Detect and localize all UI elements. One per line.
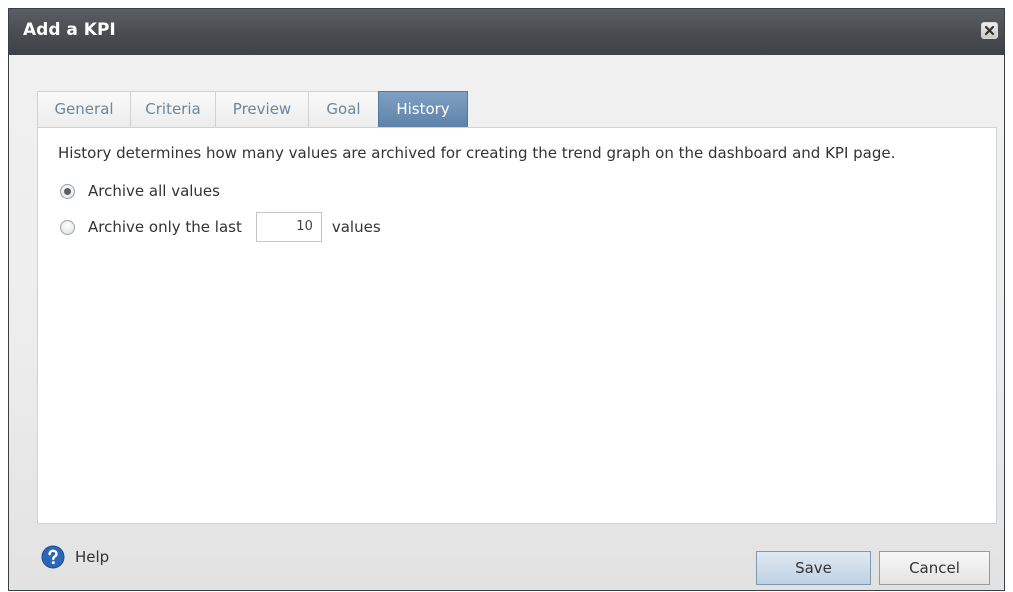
save-button[interactable]: Save (756, 551, 871, 585)
archive-last-option[interactable]: Archive only the last 10 values (60, 212, 381, 242)
tab-history[interactable]: History (378, 91, 468, 127)
archive-all-option[interactable]: Archive all values (60, 182, 220, 200)
tab-general[interactable]: General (37, 91, 131, 127)
history-panel: History determines how many values are a… (37, 127, 997, 524)
help-link[interactable]: Help (41, 545, 109, 569)
tab-criteria[interactable]: Criteria (130, 91, 216, 127)
add-kpi-dialog: Add a KPI General Criteria Preview Goal … (8, 8, 1005, 591)
close-button[interactable] (981, 22, 998, 39)
history-description: History determines how many values are a… (58, 144, 896, 162)
archive-all-label: Archive all values (88, 182, 220, 200)
help-label: Help (75, 548, 110, 566)
dialog-titlebar: Add a KPI (9, 9, 1004, 55)
archive-last-radio[interactable] (60, 219, 75, 235)
tab-preview[interactable]: Preview (215, 91, 309, 127)
archive-all-radio[interactable] (60, 183, 75, 199)
archive-last-prefix: Archive only the last (88, 218, 242, 236)
cancel-button[interactable]: Cancel (879, 551, 990, 585)
archive-count-input[interactable]: 10 (255, 212, 322, 242)
tab-goal[interactable]: Goal (308, 91, 379, 127)
archive-last-suffix: values (331, 218, 381, 236)
dialog-title: Add a KPI (23, 20, 116, 40)
close-icon (984, 25, 995, 36)
help-icon (41, 545, 65, 569)
